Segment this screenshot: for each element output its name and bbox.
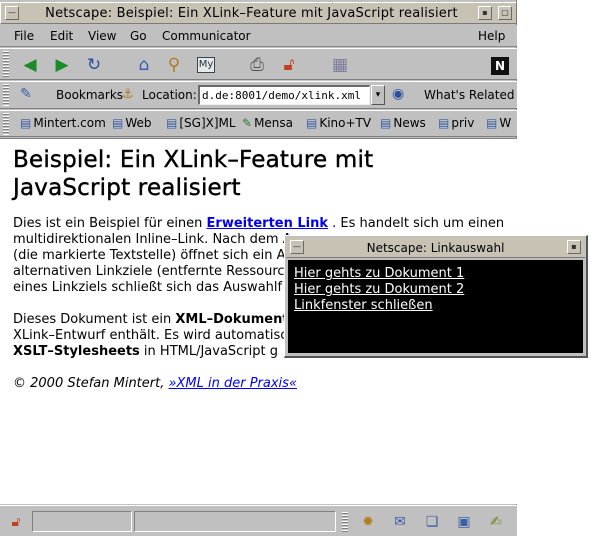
- location-toolbar: ✎ Bookmarks ⚓︎ Location: d.de:8001/demo/…: [0, 81, 517, 109]
- title-bar[interactable]: — Netscape: Beispiel: Ein XLink–Feature …: [0, 2, 517, 24]
- menu-go[interactable]: Go: [130, 29, 147, 43]
- security-icon[interactable]: 🔓︎: [277, 54, 301, 76]
- maximize-button[interactable]: ▢: [498, 6, 512, 20]
- home-icon[interactable]: ⌂: [132, 54, 156, 76]
- personal-item-news[interactable]: ▤ News: [380, 116, 426, 130]
- bookmark-folder-icon: ▤: [166, 116, 178, 130]
- window-title: Netscape: Beispiel: Ein XLink–Feature mi…: [45, 6, 458, 21]
- toolbar-grip[interactable]: [3, 84, 9, 106]
- popup-body: Hier gehts zu Dokument 1 Hier gehts zu D…: [288, 260, 583, 353]
- link-selection-popup: — Netscape: Linkauswahl ▪ Hier gehts zu …: [284, 235, 588, 358]
- personal-item-priv[interactable]: ▤ priv: [438, 116, 474, 130]
- link-document-2[interactable]: Hier gehts zu Dokument 2: [294, 282, 464, 297]
- location-icon[interactable]: ⚓︎: [122, 87, 134, 102]
- navigator-icon[interactable]: ✹: [356, 512, 380, 532]
- personal-item-mintert[interactable]: ▤ Mintert.com: [20, 116, 106, 130]
- reload-icon[interactable]: ↻: [82, 54, 106, 76]
- bookmark-folder-icon: ▤: [20, 116, 32, 130]
- menu-help[interactable]: Help: [478, 29, 505, 43]
- bookmarks-icon[interactable]: ✎: [20, 86, 32, 102]
- status-bar: 🔓︎ ✹ ✉ ❏ ▣ ✍: [0, 505, 517, 536]
- navigation-toolbar: ◀ ▶ ↻ ⌂ ⚲ My ⎙ 🔓︎ ▦ N: [0, 48, 517, 80]
- personal-item-sgxml[interactable]: ▤ [SG]X]ML: [166, 116, 236, 130]
- popup-title: Netscape: Linkauswahl: [366, 241, 505, 255]
- bookmark-folder-icon: ▤: [380, 116, 392, 130]
- discussions-icon[interactable]: ❏: [420, 512, 444, 532]
- link-document-1[interactable]: Hier gehts zu Dokument 1: [294, 266, 464, 281]
- component-bar-grip[interactable]: [342, 512, 348, 532]
- popup-window-menu-button[interactable]: —: [290, 240, 304, 254]
- menu-bar: File Edit View Go Communicator Help: [0, 25, 517, 47]
- close-link-window[interactable]: Linkfenster schließen: [294, 298, 433, 313]
- personal-item-web[interactable]: ▤ Web: [112, 116, 152, 130]
- window-menu-button[interactable]: —: [5, 6, 19, 20]
- forward-icon[interactable]: ▶: [50, 54, 74, 76]
- location-input[interactable]: d.de:8001/demo/xlink.xml: [198, 85, 370, 105]
- stop-icon[interactable]: ▦: [328, 54, 352, 76]
- extended-link[interactable]: Erweiterten Link: [207, 216, 328, 231]
- personal-item-mensa[interactable]: ✎ Mensa: [242, 116, 293, 130]
- composer-icon[interactable]: ▣: [452, 512, 476, 532]
- security-lock-icon[interactable]: 🔓︎: [4, 512, 28, 532]
- menu-edit[interactable]: Edit: [50, 29, 73, 43]
- popup-minimize-button[interactable]: ▪: [567, 240, 581, 254]
- book-link[interactable]: »XML in der Praxis«: [168, 376, 296, 391]
- bookmark-pencil-icon: ✎: [242, 116, 253, 130]
- popup-title-bar[interactable]: — Netscape: Linkauswahl ▪: [286, 237, 585, 258]
- menu-file[interactable]: File: [14, 29, 34, 43]
- page-heading: Beispiel: Ein XLink–Feature mit JavaScri…: [13, 147, 374, 201]
- personal-toolbar: ▤ Mintert.com ▤ Web ▤ [SG]X]ML ✎ Mensa ▤ Kino…: [0, 110, 517, 137]
- location-dropdown[interactable]: ▾: [371, 85, 385, 105]
- bookmark-folder-icon: ▤: [486, 116, 498, 130]
- personal-item-w[interactable]: ▤ W: [486, 116, 511, 130]
- status-text-area: [134, 511, 336, 532]
- back-icon[interactable]: ◀: [18, 54, 42, 76]
- print-icon[interactable]: ⎙: [245, 54, 269, 76]
- menu-view[interactable]: View: [88, 29, 116, 43]
- minimize-button[interactable]: ▪: [478, 6, 492, 20]
- whats-related-button[interactable]: What's Related: [424, 88, 514, 102]
- bookmarks-button[interactable]: Bookmarks: [56, 88, 123, 102]
- bookmark-folder-icon: ▤: [306, 116, 318, 130]
- whats-related-icon[interactable]: ◉: [392, 86, 404, 102]
- toolbar-grip[interactable]: [3, 113, 9, 135]
- toolbar-grip[interactable]: [3, 51, 9, 77]
- personal-item-kinotv[interactable]: ▤ Kino+TV: [306, 116, 371, 130]
- bookmark-folder-icon: ▤: [438, 116, 450, 130]
- my-netscape-icon[interactable]: My: [194, 54, 218, 76]
- mail-icon[interactable]: ✉: [388, 512, 412, 532]
- menu-communicator[interactable]: Communicator: [162, 29, 251, 43]
- search-icon[interactable]: ⚲: [162, 54, 186, 76]
- page-footer: © 2000 Stefan Mintert, »XML in der Praxi…: [13, 376, 297, 391]
- location-label: Location:: [142, 88, 197, 102]
- progress-area: [32, 511, 132, 532]
- address-book-icon[interactable]: ✍: [484, 512, 508, 532]
- bookmark-folder-icon: ▤: [112, 116, 124, 130]
- netscape-logo[interactable]: N: [490, 54, 510, 76]
